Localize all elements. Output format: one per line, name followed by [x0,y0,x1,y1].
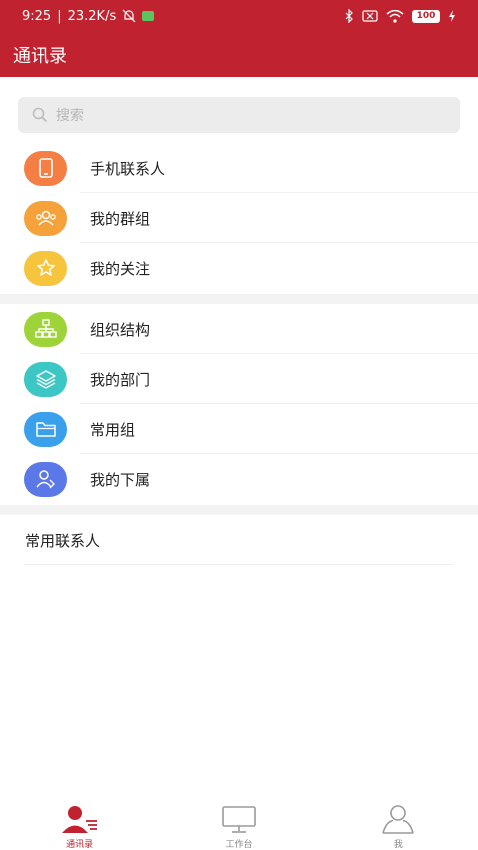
list-item-label: 手机联系人 [90,159,166,178]
list-item-org-structure[interactable]: 组织结构 [0,304,478,354]
search-placeholder: 搜索 [56,108,84,124]
contacts-icon [61,804,99,834]
bluetooth-icon [344,9,354,23]
list-item-my-department[interactable]: 我的部门 [0,354,478,404]
list-item-my-subordinates[interactable]: 我的下属 [0,454,478,504]
mute-bell-icon [122,9,136,23]
section-separator [0,505,478,515]
list-item-my-groups[interactable]: 我的群组 [0,193,478,243]
battery-icon: 100 [412,9,440,23]
star-icon [24,250,67,286]
list-item-label: 组织结构 [90,320,151,339]
tab-me[interactable]: 我 [319,800,478,850]
list-item-label: 我的群组 [90,209,151,228]
section-separator [0,294,478,304]
search-icon [32,107,48,123]
status-bar: 9:25 | 23.2K/s 100 [0,0,478,32]
tab-contacts[interactable]: 通讯录 [0,800,159,850]
frequent-contacts-label: 常用联系人 [25,531,101,550]
list-item-label: 我的关注 [90,259,151,278]
contact-group-list: 手机联系人 我的群组 我的关注 [0,143,478,293]
tab-label: 通讯录 [66,840,94,850]
tab-workbench[interactable]: 工作台 [159,800,318,850]
layers-icon [24,361,67,397]
organization-list: 组织结构 我的部门 常用组 我的下属 [0,304,478,504]
status-time: 9:25 [22,8,52,24]
page-title: 通讯录 [13,45,67,67]
monitor-icon [221,804,257,834]
divider [24,564,454,565]
group-icon [24,200,67,236]
list-item-label: 我的部门 [90,370,151,389]
subordinate-icon [24,461,67,497]
bottom-tab-bar: 通讯录 工作台 我 [0,800,478,850]
person-icon [380,804,416,834]
list-item-common-groups[interactable]: 常用组 [0,404,478,454]
list-item-label: 常用组 [90,420,136,439]
notification-badge-icon [142,11,155,21]
org-chart-icon [24,311,67,347]
status-separator: | [57,8,62,24]
phone-icon [24,150,67,186]
search-input[interactable]: 搜索 [18,97,460,133]
list-item-label: 我的下属 [90,470,151,489]
charging-icon [448,10,456,22]
wifi-icon [386,9,404,23]
app-bar: 通讯录 [0,32,478,77]
frequent-contacts-header[interactable]: 常用联系人 [0,515,478,565]
tab-label: 工作台 [225,840,253,850]
network-speed: 23.2K/s [67,8,117,24]
no-sim-icon [362,10,378,22]
folder-icon [24,411,67,447]
tab-label: 我 [393,840,403,850]
list-item-phone-contacts[interactable]: 手机联系人 [0,143,478,193]
list-item-my-follows[interactable]: 我的关注 [0,243,478,293]
